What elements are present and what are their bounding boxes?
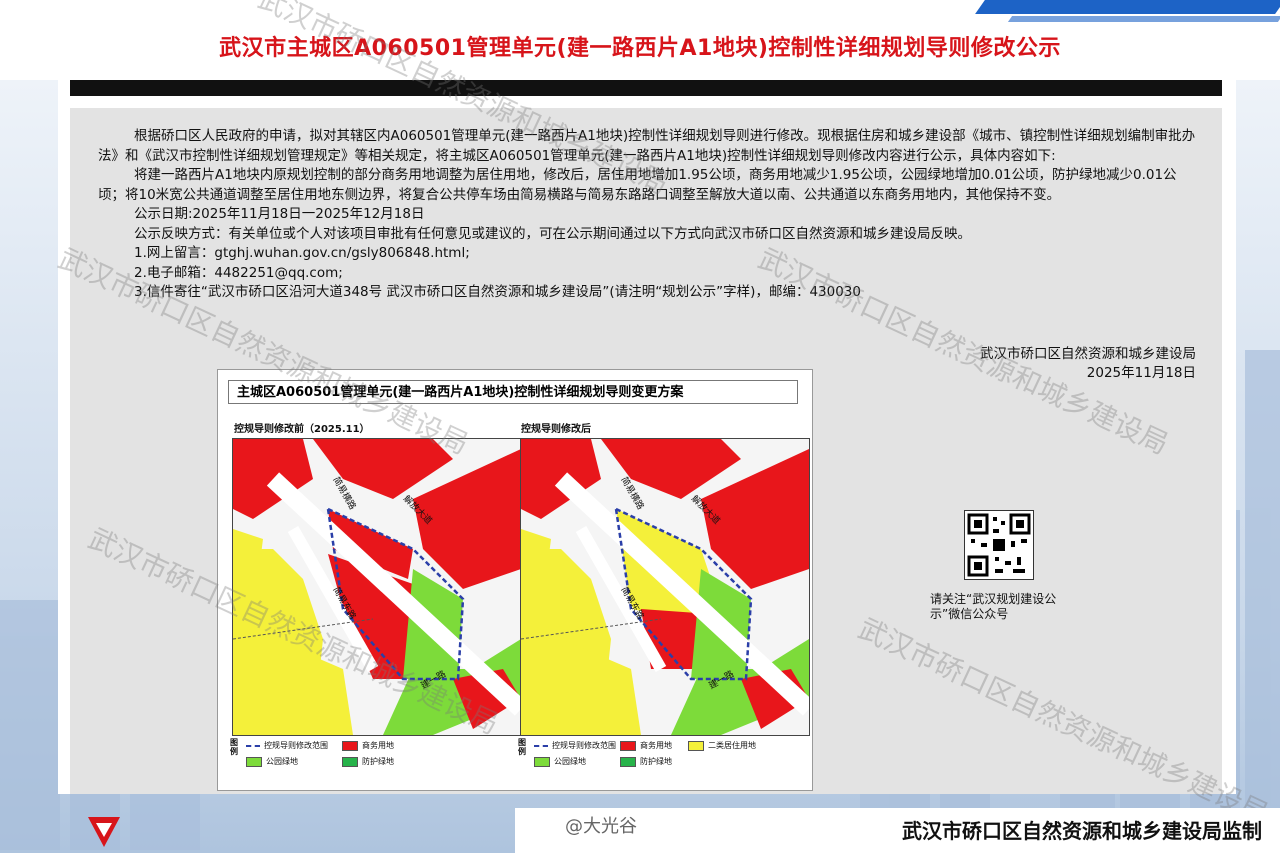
qr-code[interactable]	[964, 510, 1034, 580]
legend-item: 二类居住用地	[688, 740, 756, 751]
notice-para-1: 根据硚口区人民政府的申请，拟对其辖区内A060501管理单元(建一路西片A1地块…	[98, 128, 1196, 164]
legend-item: 防护绿地	[342, 756, 394, 767]
legend-item: 公园绿地	[246, 756, 298, 767]
notice-item-mail: 3.信件寄往“武汉市硚口区沿河大道348号 武汉市硚口区自然资源和城乡建设局”(…	[134, 284, 861, 300]
notice-para-2: 将建一路西片A1地块内原规划控制的部分商务用地调整为居住用地，修改后，居住用地增…	[98, 167, 1177, 203]
notice-text: 根据硚口区人民政府的申请，拟对其辖区内A060501管理单元(建一路西片A1地块…	[98, 127, 1198, 303]
signature-date: 2025年11月18日	[1086, 365, 1196, 381]
map-after-label: 控规导则修改后	[521, 424, 591, 435]
legend-item: 商务用地	[342, 740, 394, 751]
notice-item-email: 2.电子邮箱：4482251@qq.com;	[134, 264, 343, 281]
decor-stripe	[975, 0, 1280, 14]
map-after: 简易横路 解放大道 简易东路 建一路	[520, 438, 810, 736]
qr-code-graphic	[967, 513, 1031, 577]
notice-signature: 武汉市硚口区自然资源和城乡建设局 2025年11月18日	[980, 345, 1196, 383]
legend-item: 防护绿地	[620, 756, 672, 767]
legend-heading: 图例	[230, 738, 238, 756]
map-before-label: 控规导则修改前（2025.11）	[234, 424, 370, 435]
legend-after: 图例 控规导则修改范围 商务用地 二类居住用地 公园绿地 防护绿地	[518, 738, 808, 772]
notice-feedback: 公示反映方式：有关单位或个人对该项目审批有任何意见或建议的，可在公示期间通过以下…	[134, 225, 971, 242]
legend-item: 公园绿地	[534, 756, 586, 767]
decor-stripe	[1007, 16, 1280, 22]
legend-item: 控规导则修改范围	[246, 740, 328, 751]
legend-before: 图例 控规导则修改范围 商务用地 公园绿地 防护绿地	[230, 738, 520, 772]
footer-text: 武汉市硚口区自然资源和城乡建设局监制	[902, 819, 1262, 843]
legend-heading: 图例	[518, 738, 526, 756]
plan-title: 主城区A060501管理单元(建一路西片A1地块)控制性详细规划导则变更方案	[228, 380, 798, 404]
panel-top-bar	[70, 80, 1222, 96]
page-title: 武汉市主城区A060501管理单元(建一路西片A1地块)控制性详细规划导则修改公…	[219, 36, 1061, 61]
legend-item: 商务用地	[620, 740, 672, 751]
map-before-graphic: 简易横路 解放大道 简易东路 建一路	[233, 439, 521, 735]
signature-org: 武汉市硚口区自然资源和城乡建设局	[980, 346, 1196, 362]
qr-caption: 请关注“武汉规划建设公示”微信公众号	[930, 592, 1057, 621]
notice-item-web: 1.网上留言：gtghj.wuhan.gov.cn/gsly806848.htm…	[134, 245, 470, 261]
weibo-handle: @大光谷	[565, 816, 637, 837]
legend-item: 控规导则修改范围	[534, 740, 616, 751]
agency-logo-icon	[88, 817, 120, 847]
notice-date: 公示日期:2025年11月18日一2025年12月18日	[134, 206, 425, 222]
map-before: 简易横路 解放大道 简易东路 建一路	[232, 438, 522, 736]
map-after-graphic: 简易横路 解放大道 简易东路 建一路	[521, 439, 809, 735]
plan-board: 主城区A060501管理单元(建一路西片A1地块)控制性详细规划导则变更方案 控…	[217, 369, 813, 791]
